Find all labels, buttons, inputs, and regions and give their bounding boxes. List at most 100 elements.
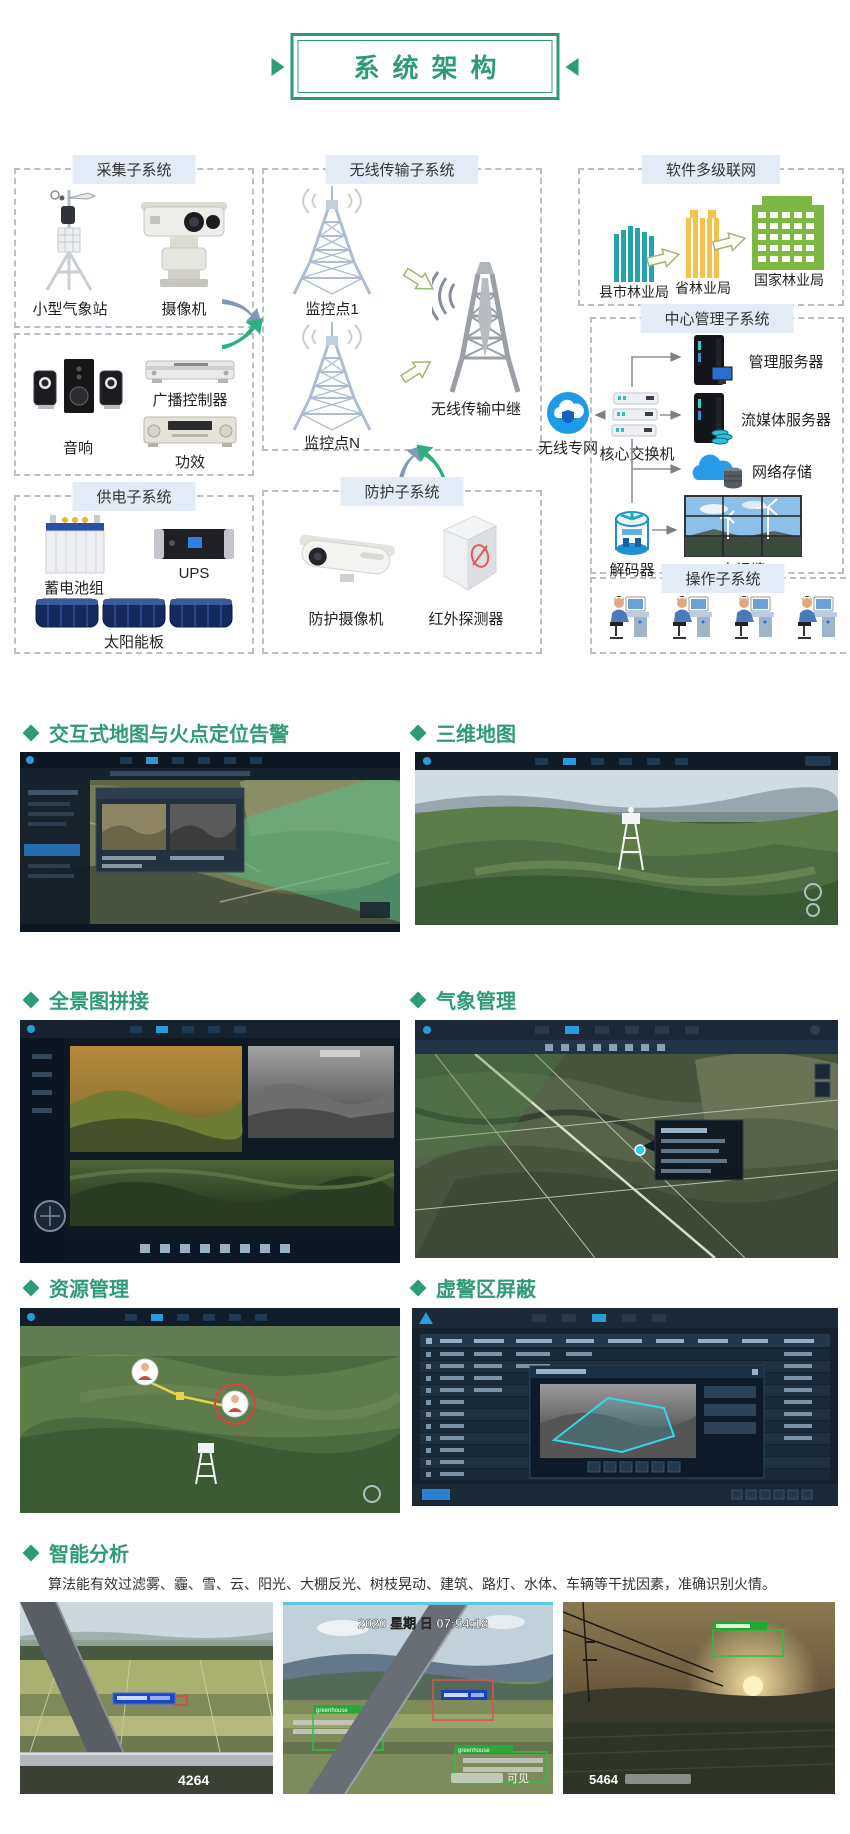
battery-image [42, 513, 108, 580]
ptz-camera-image [138, 192, 230, 299]
banner-frame: 系统架构 [290, 33, 559, 100]
media-server-icon [690, 391, 734, 450]
flow-arrow-right-icon [222, 293, 266, 354]
box-audio-broadcast: 音响 广播控制器 [14, 333, 254, 476]
section-title: 三维地图 [436, 718, 516, 747]
protection-subsystem-title: 防护子系统 [340, 477, 463, 506]
management-server-label: 管理服务器 [734, 351, 838, 372]
analysis-photo-sunset: 5464 [563, 1602, 835, 1794]
section-header-3d-map: 三维地图 [412, 718, 516, 747]
ups-image [152, 527, 236, 566]
national-bureau-building-image [748, 194, 828, 275]
page: 系统架构 [0, 0, 850, 1834]
section-header-analysis: 智能分析 [25, 1538, 129, 1567]
section-title: 全景图拼接 [49, 985, 149, 1014]
screenshot-3d-map [415, 752, 838, 925]
protective-camera-image [290, 526, 402, 595]
section-header-false-alarm: 虚警区屏蔽 [412, 1273, 536, 1302]
section-header-resource: 资源管理 [25, 1273, 129, 1302]
amplifier-image [142, 415, 238, 454]
speakers-image [28, 355, 128, 440]
tv-wall-image [684, 495, 802, 562]
monitor-point-n-label: 监控点N [280, 432, 384, 453]
photo-id-text: 5464 [589, 1772, 619, 1787]
analysis-description: 算法能有效过滤雾、霾、雪、云、阳光、大棚反光、树枝晃动、建筑、路灯、水体、车辆等… [48, 1574, 776, 1594]
detection-label [113, 1693, 175, 1704]
photo-id-text: 4264 [178, 1772, 209, 1788]
workstation-icon [667, 589, 717, 643]
diamond-bullet-icon [410, 1279, 427, 1296]
monitor-point-1-label: 监控点1 [280, 298, 384, 319]
network-storage-label: 网络存储 [734, 461, 830, 482]
workstation-icon [604, 589, 654, 643]
box-collection-subsystem: 采集子系统 小型气象站 [14, 168, 254, 328]
software-networking-title: 软件多级联网 [642, 155, 780, 184]
person-marker [132, 1359, 158, 1385]
analysis-photo-greenhouse: greenhouse greenhouse 2020 星期 日 07:54:18… [283, 1602, 553, 1794]
decoder-icon [610, 505, 654, 564]
management-server-icon [690, 333, 734, 392]
amplifier-label: 功效 [142, 451, 238, 472]
page-title: 系统架构 [297, 40, 552, 93]
monitor-tower-1-image [280, 182, 384, 303]
section-header-fire-alarm: 交互式地图与火点定位告警 [25, 718, 289, 747]
box-software-networking: 软件多级联网 县市林业局 [578, 168, 844, 306]
diamond-bullet-icon [23, 724, 40, 741]
management-subsystem-title: 中心管理子系统 [640, 304, 793, 333]
core-switch-icon [606, 389, 662, 446]
diamond-bullet-icon [410, 991, 427, 1008]
diamond-bullet-icon [410, 724, 427, 741]
greenhouse-tag-text: greenhouse [458, 1748, 490, 1754]
person-marker [222, 1391, 248, 1417]
section-header-panorama: 全景图拼接 [25, 985, 149, 1014]
relay-tower-image [432, 258, 532, 401]
collection-subsystem-title: 采集子系统 [72, 155, 195, 184]
weather-station-image [34, 184, 104, 301]
section-header-weather: 气象管理 [412, 985, 516, 1014]
national-bureau-label: 国家林业局 [744, 270, 834, 290]
section-title: 资源管理 [49, 1273, 129, 1302]
solar-panel-image [34, 595, 234, 636]
monitor-tower-n-image [280, 318, 384, 439]
infrared-detector-image [430, 510, 508, 599]
core-switch-label: 核心交换机 [592, 443, 682, 464]
relay-tower-label: 无线传输中继 [412, 398, 540, 419]
fire-popup [96, 788, 244, 872]
weather-station-label: 小型气象站 [20, 298, 120, 319]
section-title: 交互式地图与火点定位告警 [49, 718, 289, 747]
protective-camera-label: 防护摄像机 [290, 608, 402, 629]
screenshot-interactive-map [20, 752, 400, 932]
analysis-photo-fields: 4264 [20, 1602, 273, 1794]
speakers-label: 音响 [28, 437, 128, 458]
operation-subsystem-title: 操作子系统 [661, 564, 784, 593]
mask-popup [530, 1366, 764, 1478]
photo-timestamp-text: 2020 星期 日 07:54:18 [358, 1616, 489, 1631]
wireless-private-network-icon [546, 391, 590, 440]
box-wireless-subsystem: 无线传输子系统 监控点1 [262, 168, 542, 451]
greenhouse-tag-text: greenhouse [316, 1708, 348, 1714]
diamond-bullet-icon [23, 1279, 40, 1296]
section-title: 气象管理 [436, 985, 516, 1014]
page-title-banner: 系统架构 [271, 33, 578, 100]
infrared-detector-label: 红外探测器 [416, 608, 516, 629]
solar-panel-label: 太阳能板 [16, 631, 252, 652]
ups-label: UPS [152, 565, 236, 582]
workstation-icon [729, 589, 779, 643]
workstation-icon [792, 589, 842, 643]
power-subsystem-title: 供电子系统 [72, 482, 195, 511]
banner-left-triangle-icon [271, 58, 284, 76]
province-bureau-label: 省林业局 [658, 278, 748, 298]
architecture-diagram: 采集子系统 小型气象站 [0, 125, 850, 655]
screenshot-panorama [20, 1020, 400, 1263]
screenshot-false-alarm-table [412, 1308, 838, 1506]
box-management-subsystem: 中心管理子系统 核心交换机 [590, 317, 844, 574]
banner-right-triangle-icon [566, 58, 579, 76]
section-title: 智能分析 [49, 1538, 129, 1567]
media-server-label: 流媒体服务器 [734, 409, 838, 430]
diamond-bullet-icon [23, 991, 40, 1008]
camera-label: 摄像机 [138, 298, 230, 319]
box-protection-subsystem: 防护子系统 防护摄像机 [262, 490, 542, 654]
wireless-subsystem-title: 无线传输子系统 [325, 155, 478, 184]
photo-note-text: 可见 [507, 1773, 529, 1785]
section-title: 虚警区屏蔽 [436, 1273, 536, 1302]
